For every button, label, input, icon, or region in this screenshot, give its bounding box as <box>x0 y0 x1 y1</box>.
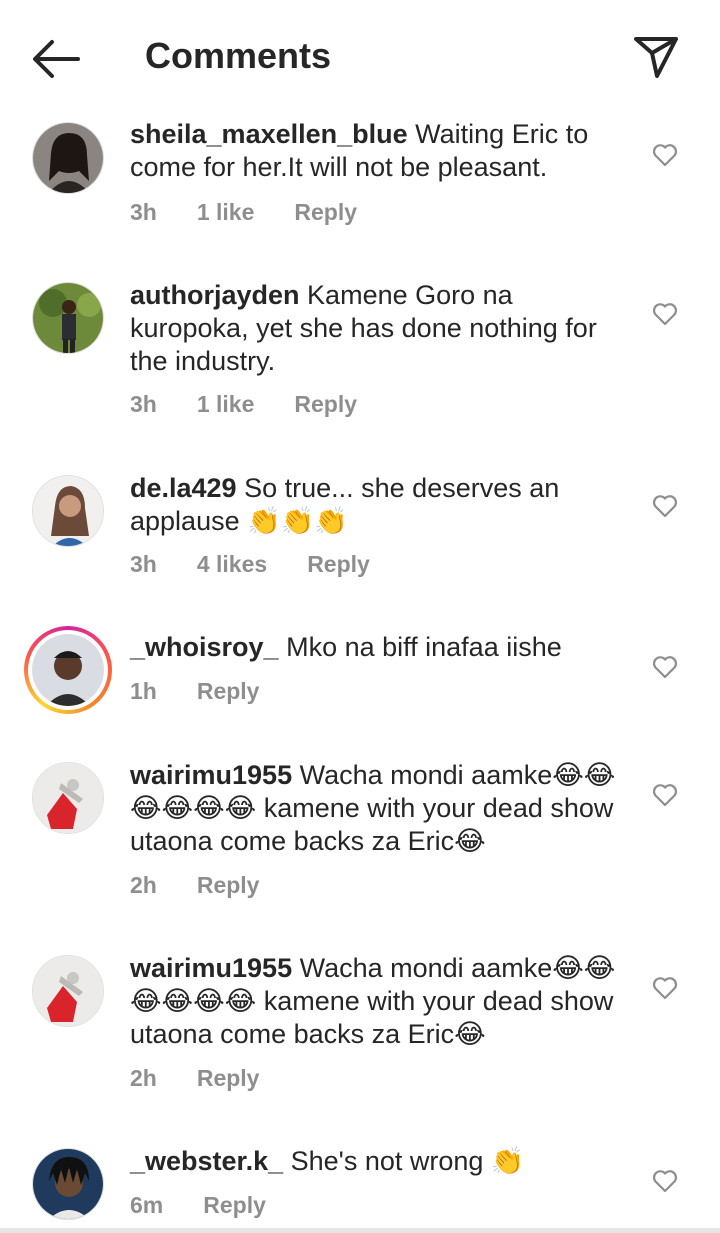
comment-text: _whoisroy_ Mko na biff inafaa iishe <box>130 631 630 664</box>
heart-icon[interactable] <box>652 494 678 518</box>
heart-icon[interactable] <box>652 302 678 326</box>
comment-meta: 3h 1 like Reply <box>130 390 397 418</box>
comment-time: 2h <box>130 872 157 898</box>
back-arrow-icon[interactable] <box>30 36 82 82</box>
avatar[interactable] <box>32 762 104 834</box>
avatar[interactable] <box>32 955 104 1027</box>
comment-text: de.la429 So true... she deserves an appl… <box>130 472 630 538</box>
reply-button[interactable]: Reply <box>294 390 357 418</box>
comment-body: Mko na biff inafaa iishe <box>286 632 562 662</box>
reply-button[interactable]: Reply <box>294 198 357 226</box>
avatar-story-ring[interactable] <box>24 626 112 714</box>
comment-time: 3h <box>130 551 157 577</box>
comment-meta: 3h 1 like Reply <box>130 198 397 226</box>
comment-username[interactable]: _webster.k_ <box>130 1146 283 1176</box>
comment-meta: 6m Reply <box>130 1191 306 1219</box>
comment-username[interactable]: authorjayden <box>130 280 300 310</box>
comment-username[interactable]: de.la429 <box>130 473 237 503</box>
comment-username[interactable]: sheila_maxellen_blue <box>130 119 408 149</box>
comment-username[interactable]: wairimu1955 <box>130 760 292 790</box>
comment-text: wairimu1955 Wacha mondi aamke😂😂😂😂😂😂 kame… <box>130 759 630 858</box>
comment-time: 1h <box>130 678 157 704</box>
reply-button[interactable]: Reply <box>307 550 370 578</box>
comment-body: She's not wrong 👏 <box>290 1146 525 1176</box>
comment-likes[interactable]: 1 like <box>197 198 255 226</box>
comment-time: 6m <box>130 1192 164 1218</box>
comment-likes[interactable]: 4 likes <box>197 550 267 578</box>
comment-text: wairimu1955 Wacha mondi aamke😂😂😂😂😂😂 kame… <box>130 952 630 1051</box>
comment-meta: 2h Reply <box>130 871 299 899</box>
heart-icon[interactable] <box>652 976 678 1000</box>
comment-text: authorjayden Kamene Goro na kuropoka, ye… <box>130 279 630 378</box>
page-title: Comments <box>145 35 332 76</box>
comment-time: 2h <box>130 1065 157 1091</box>
reply-button[interactable]: Reply <box>203 1191 266 1219</box>
send-icon[interactable] <box>632 34 680 80</box>
bottom-divider <box>0 1228 720 1233</box>
reply-button[interactable]: Reply <box>197 677 260 705</box>
comment-time: 3h <box>130 199 157 225</box>
comment-meta: 1h Reply <box>130 677 299 705</box>
comment-likes[interactable]: 1 like <box>197 390 255 418</box>
heart-icon[interactable] <box>652 783 678 807</box>
reply-button[interactable]: Reply <box>197 871 260 899</box>
comment-username[interactable]: wairimu1955 <box>130 953 292 983</box>
comment-text: sheila_maxellen_blue Waiting Eric to com… <box>130 118 630 184</box>
avatar[interactable] <box>32 122 104 194</box>
heart-icon[interactable] <box>652 143 678 167</box>
comment-username[interactable]: _whoisroy_ <box>130 632 279 662</box>
avatar[interactable] <box>32 282 104 354</box>
comment-text: _webster.k_ She's not wrong 👏 <box>130 1145 630 1178</box>
avatar[interactable] <box>32 475 104 547</box>
heart-icon[interactable] <box>652 655 678 679</box>
reply-button[interactable]: Reply <box>197 1064 260 1092</box>
comment-time: 3h <box>130 391 157 417</box>
heart-icon[interactable] <box>652 1169 678 1193</box>
avatar[interactable] <box>32 1148 104 1220</box>
header: Comments <box>0 0 720 112</box>
comment-meta: 2h Reply <box>130 1064 299 1092</box>
comment-meta: 3h 4 likes Reply <box>130 550 410 578</box>
